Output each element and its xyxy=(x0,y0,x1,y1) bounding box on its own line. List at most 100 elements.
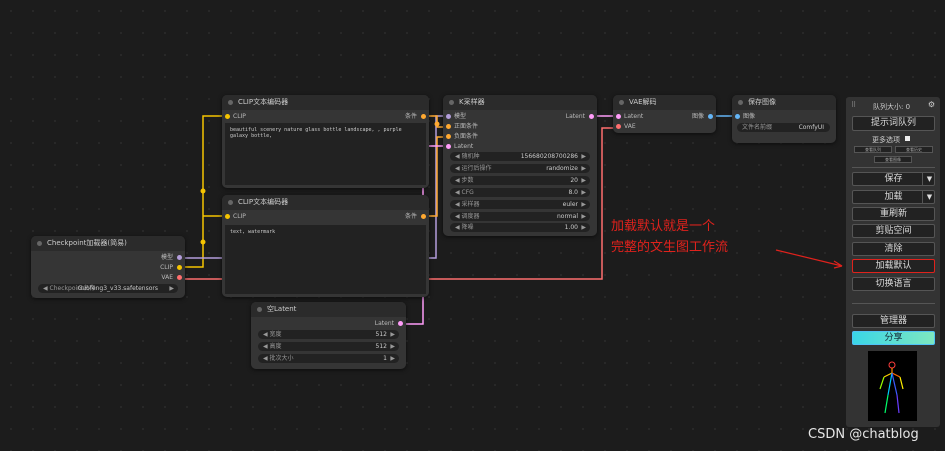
watermark: CSDN @chatblog xyxy=(808,427,919,442)
output-image-label: 图像 xyxy=(691,113,704,120)
input-latent-label: Latent xyxy=(624,113,644,120)
node-header[interactable]: VAE解码 xyxy=(613,95,716,110)
input-negative-port[interactable] xyxy=(446,134,451,139)
cfg-widget[interactable]: ◀ CFG 8.0 ▶ xyxy=(450,188,590,197)
vae-decode-node[interactable]: VAE解码 Latent VAE 图像 xyxy=(613,95,716,133)
widget-label: 采样器 xyxy=(461,201,480,208)
switch-language-button[interactable]: 切换语言 xyxy=(852,277,935,291)
output-latent-port[interactable] xyxy=(589,114,594,119)
output-clip-label: CLIP xyxy=(160,264,173,271)
node-title: CLIP文本编码器 xyxy=(238,198,289,206)
widget-label: 步数 xyxy=(461,177,474,184)
prompt-text-area[interactable]: beautiful scenery nature glass bottle la… xyxy=(225,123,426,185)
node-title: 空Latent xyxy=(267,305,297,313)
node-header[interactable]: K采样器 xyxy=(443,95,597,110)
widget-label: 高度 xyxy=(269,343,282,350)
output-clip-port[interactable] xyxy=(177,265,182,270)
widget-label: 随机种 xyxy=(461,153,480,160)
view-queue-button[interactable]: 查看队列 xyxy=(854,146,892,153)
sampler-widget[interactable]: ◀ 采样器 euler ▶ xyxy=(450,200,590,209)
drag-handle-icon[interactable]: ⠿ xyxy=(851,101,856,109)
node-title: Checkpoint加载器(简易) xyxy=(47,239,127,247)
input-latent-port[interactable] xyxy=(616,114,621,119)
width-widget[interactable]: ◀ 宽度 512 ▶ xyxy=(258,330,399,339)
chevron-left-icon[interactable]: ◀ xyxy=(43,285,48,292)
node-header[interactable]: 保存图像 xyxy=(732,95,836,110)
output-cond-label: 条件 xyxy=(404,213,417,220)
output-model-label: 模型 xyxy=(160,254,173,261)
output-cond-port[interactable] xyxy=(421,214,426,219)
input-model-port[interactable] xyxy=(446,114,451,119)
load-dropdown-icon[interactable]: ▼ xyxy=(922,190,936,204)
output-vae-port[interactable] xyxy=(177,275,182,280)
node-header[interactable]: CLIP文本编码器 xyxy=(222,95,429,110)
widget-value: normal xyxy=(556,213,578,220)
input-image-port[interactable] xyxy=(735,114,740,119)
gear-icon[interactable]: ⚙ xyxy=(928,100,935,109)
input-latent-label: Latent xyxy=(454,143,474,150)
node-header[interactable]: CLIP文本编码器 xyxy=(222,195,429,210)
control-after-generate-widget[interactable]: ◀ 运行后操作 randomize ▶ xyxy=(450,164,590,173)
node-header[interactable]: 空Latent xyxy=(251,302,406,317)
chevron-right-icon[interactable]: ▶ xyxy=(169,284,174,293)
output-latent-label: Latent xyxy=(565,113,585,120)
input-positive-port[interactable] xyxy=(446,124,451,129)
extra-options-label: 更多选项 xyxy=(872,136,900,144)
widget-value: ComfyUI xyxy=(798,124,824,131)
checkpoint-loader-node[interactable]: Checkpoint加载器(简易) 模型 CLIP VAE ◀ Checkpoi… xyxy=(31,236,185,298)
extra-options-checkbox[interactable] xyxy=(905,136,910,141)
clear-button[interactable]: 清除 xyxy=(852,242,935,256)
clip-text-encode-node-negative[interactable]: CLIP文本编码器 CLIP 条件 text, watermark xyxy=(222,195,429,297)
clip-text-encode-node-positive[interactable]: CLIP文本编码器 CLIP 条件 beautiful scenery natu… xyxy=(222,95,429,188)
batch-size-widget[interactable]: ◀ 批次大小 1 ▶ xyxy=(258,354,399,363)
denoise-widget[interactable]: ◀ 降噪 1.00 ▶ xyxy=(450,223,590,232)
node-header[interactable]: Checkpoint加载器(简易) xyxy=(31,236,185,251)
widget-value: randomize xyxy=(546,165,578,172)
refresh-button[interactable]: 重刷新 xyxy=(852,207,935,221)
steps-widget[interactable]: ◀ 步数 20 ▶ xyxy=(450,176,590,185)
queue-size-label: 队列大小: 0 xyxy=(873,103,911,111)
widget-value: 1 xyxy=(383,355,387,362)
widget-label: 宽度 xyxy=(269,331,282,338)
save-image-node[interactable]: 保存图像 图像 文件名前缀 ComfyUI xyxy=(732,95,836,143)
widget-value: 20 xyxy=(570,177,578,184)
ckpt-name-widget[interactable]: ◀ Checkpoint名称 Guofeng3_v33.safetensors … xyxy=(38,284,178,293)
input-clip-port[interactable] xyxy=(225,214,230,219)
widget-value: 1.00 xyxy=(564,224,578,231)
output-latent-label: Latent xyxy=(374,320,394,327)
side-menu-panel: ⠿ 队列大小: 0 ⚙ 提示词队列 更多选项 查看队列 查看历史 查看图像 保存… xyxy=(846,97,940,427)
widget-value: 512 xyxy=(375,343,387,350)
input-latent-port[interactable] xyxy=(446,144,451,149)
node-title: CLIP文本编码器 xyxy=(238,98,289,106)
prompt-text-area[interactable]: text, watermark xyxy=(225,225,426,294)
widget-value: 156680208700286 xyxy=(520,153,578,160)
save-dropdown-icon[interactable]: ▼ xyxy=(922,172,936,186)
ksampler-node[interactable]: K采样器 模型 正面条件 负面条件 Latent Latent ◀ 随机种 15… xyxy=(443,95,597,236)
filename-prefix-widget[interactable]: 文件名前缀 ComfyUI xyxy=(737,123,830,132)
share-button[interactable]: 分享 xyxy=(852,331,935,345)
widget-label: 运行后操作 xyxy=(461,165,492,172)
view-history-button[interactable]: 查看历史 xyxy=(895,146,933,153)
node-title: K采样器 xyxy=(459,98,485,106)
output-model-port[interactable] xyxy=(177,255,182,260)
widget-label: 文件名前缀 xyxy=(742,124,773,131)
clipspace-button[interactable]: 剪贴空间 xyxy=(852,224,935,238)
output-cond-port[interactable] xyxy=(421,114,426,119)
annotation-line-2: 完整的文生图工作流 xyxy=(611,240,729,255)
output-image-port[interactable] xyxy=(708,114,713,119)
widget-value: 512 xyxy=(375,331,387,338)
input-clip-port[interactable] xyxy=(225,114,230,119)
input-vae-port[interactable] xyxy=(616,124,621,129)
input-clip-label: CLIP xyxy=(233,113,246,120)
annotation-line-1: 加载默认就是一个 xyxy=(611,219,716,234)
scheduler-widget[interactable]: ◀ 调度器 normal ▶ xyxy=(450,212,590,221)
seed-widget[interactable]: ◀ 随机种 156680208700286 ▶ xyxy=(450,152,590,161)
widget-label: 调度器 xyxy=(461,213,480,220)
view-images-button[interactable]: 查看图像 xyxy=(874,156,912,163)
empty-latent-node[interactable]: 空Latent Latent ◀ 宽度 512 ▶ ◀ 高度 512 ▶ ◀ 批次大… xyxy=(251,302,406,369)
load-default-button[interactable]: 加载默认 xyxy=(852,259,935,273)
manager-button[interactable]: 管理器 xyxy=(852,314,935,328)
output-latent-port[interactable] xyxy=(398,321,403,326)
queue-prompt-button[interactable]: 提示词队列 xyxy=(852,116,935,131)
height-widget[interactable]: ◀ 高度 512 ▶ xyxy=(258,342,399,351)
